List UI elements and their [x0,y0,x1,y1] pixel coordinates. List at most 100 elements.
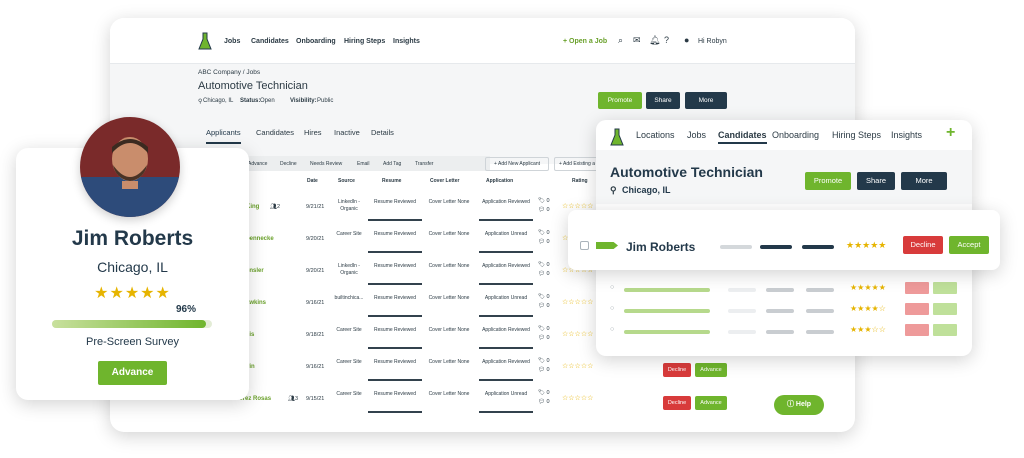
tab-inactive[interactable]: Inactive [334,128,360,137]
placeholder-bar [728,309,756,313]
rating-stars[interactable]: ☆☆☆☆☆ [562,298,593,306]
nav-onboarding[interactable]: Onboarding [296,38,336,45]
job-location[interactable]: Chicago, IL [622,185,671,195]
message-count: 💬︎ 0 [538,303,550,309]
advance-button[interactable]: Advance [695,396,727,410]
application-status[interactable]: Application Unread [479,295,533,302]
bell-icon[interactable]: 🔔︎ [649,35,660,46]
applicant-name[interactable]: oennecke [246,236,274,242]
decline-button[interactable]: Decline [903,236,943,254]
decline-button[interactable]: Decline [663,396,691,410]
tab-candidates[interactable]: Candidates [256,128,294,137]
rating-stars[interactable]: ☆☆☆☆☆ [562,394,593,402]
row-radio-icon[interactable]: ○ [610,305,614,312]
advance-button[interactable]: Advance [98,361,167,385]
col-date[interactable]: Date [307,178,318,184]
tab-details[interactable]: Details [371,128,394,137]
promote-button[interactable]: Promote [805,172,851,190]
rating-stars[interactable]: ☆☆☆☆☆ [562,362,593,370]
decline-button[interactable]: Decline [663,363,691,377]
cover-letter-status[interactable]: Cover Letter None [427,359,471,366]
status-value[interactable]: Open [260,98,275,104]
decline-placeholder[interactable] [905,282,929,294]
resume-status[interactable]: Resume Reviewed [368,199,422,206]
nav-insights[interactable]: Insights [891,130,922,140]
cover-letter-status[interactable]: Cover Letter None [427,391,471,398]
applicant-name[interactable]: awkins [246,300,266,306]
share-button[interactable]: Share [646,92,680,109]
toolbar-email[interactable]: Email [357,161,370,167]
user-greeting[interactable]: Hi Robyn [698,38,727,45]
application-status[interactable]: Application Unread [479,231,533,238]
application-status[interactable]: Application Unread [479,391,533,398]
add-existing-button[interactable]: + Add Existing a [554,157,600,171]
col-application[interactable]: Application [486,178,513,184]
nav-insights[interactable]: Insights [393,38,420,45]
open-job-link[interactable]: + Open a Job [563,38,607,45]
decline-placeholder[interactable] [905,303,929,315]
accept-placeholder[interactable] [933,282,957,294]
cover-letter-status[interactable]: Cover Letter None [427,295,471,302]
share-button[interactable]: Share [857,172,895,190]
cover-letter-status[interactable]: Cover Letter None [427,231,471,238]
tab-applicants[interactable]: Applicants [206,128,241,144]
cover-letter-status[interactable]: Cover Letter None [427,199,471,206]
col-source[interactable]: Source [338,178,355,184]
col-cover-letter[interactable]: Cover Letter [430,178,459,184]
more-button[interactable]: More [901,172,947,190]
advance-button[interactable]: Advance [695,363,727,377]
col-resume[interactable]: Resume [382,178,401,184]
visibility-value[interactable]: Public [317,98,333,104]
mail-icon[interactable]: ✉ [633,35,641,46]
help-icon[interactable]: ? [664,35,669,45]
promote-button[interactable]: Promote [598,92,642,109]
add-new-applicant-button[interactable]: + Add New Applicant [485,157,549,171]
row-checkbox[interactable] [580,241,589,250]
breadcrumb[interactable]: ABC Company / Jobs [198,69,260,76]
col-rating[interactable]: Rating [572,178,588,184]
rating-stars[interactable]: ☆☆☆☆☆ [562,330,593,338]
nav-onboarding[interactable]: Onboarding [772,130,819,140]
application-status[interactable]: Application Reviewed [479,199,533,206]
row-radio-icon[interactable]: ○ [610,284,614,291]
toolbar-needs-review[interactable]: Needs Review [310,161,342,167]
candidate-location: Chicago, IL [97,259,168,275]
toolbar-transfer[interactable]: Transfer [415,161,433,167]
resume-status[interactable]: Resume Reviewed [368,263,422,270]
toolbar-add-tag[interactable]: Add Tag [383,161,401,167]
application-status[interactable]: Application Reviewed [479,263,533,270]
nav-jobs[interactable]: Jobs [224,38,240,45]
resume-status[interactable]: Resume Reviewed [368,391,422,398]
search-icon[interactable]: ⌕ [618,35,623,46]
application-status[interactable]: Application Reviewed [479,327,533,334]
more-button[interactable]: More [685,92,727,109]
tab-hires[interactable]: Hires [304,128,322,137]
nav-candidates[interactable]: Candidates [718,130,767,144]
resume-status[interactable]: Resume Reviewed [368,295,422,302]
nav-hiring-steps[interactable]: Hiring Steps [832,130,881,140]
resume-status[interactable]: Resume Reviewed [368,231,422,238]
application-status[interactable]: Application Reviewed [479,359,533,366]
toolbar-decline[interactable]: Decline [280,161,297,167]
accept-placeholder[interactable] [933,303,957,315]
nav-candidates[interactable]: Candidates [251,38,289,45]
add-icon[interactable]: + [946,124,955,142]
applied-date: 9/16/21 [306,364,325,370]
accept-placeholder[interactable] [933,324,957,336]
candidate-name[interactable]: Jim Roberts [626,240,695,254]
decline-placeholder[interactable] [905,324,929,336]
row-radio-icon[interactable]: ○ [610,326,614,333]
candidate-row-highlight[interactable]: Jim Roberts ★★★★★ Decline Accept [568,210,1000,270]
user-icon[interactable]: ● [684,35,689,45]
rating-stars[interactable]: ☆☆☆☆☆ [562,202,593,210]
cover-letter-status[interactable]: Cover Letter None [427,327,471,334]
cover-letter-status[interactable]: Cover Letter None [427,263,471,270]
resume-status[interactable]: Resume Reviewed [368,359,422,366]
resume-status[interactable]: Resume Reviewed [368,327,422,334]
nav-locations[interactable]: Locations [636,130,675,140]
accept-button[interactable]: Accept [949,236,989,254]
help-button[interactable]: ⓘ Help [774,395,824,415]
nav-jobs[interactable]: Jobs [687,130,706,140]
toolbar-advance[interactable]: Advance [248,161,267,167]
nav-hiring-steps[interactable]: Hiring Steps [344,38,385,45]
